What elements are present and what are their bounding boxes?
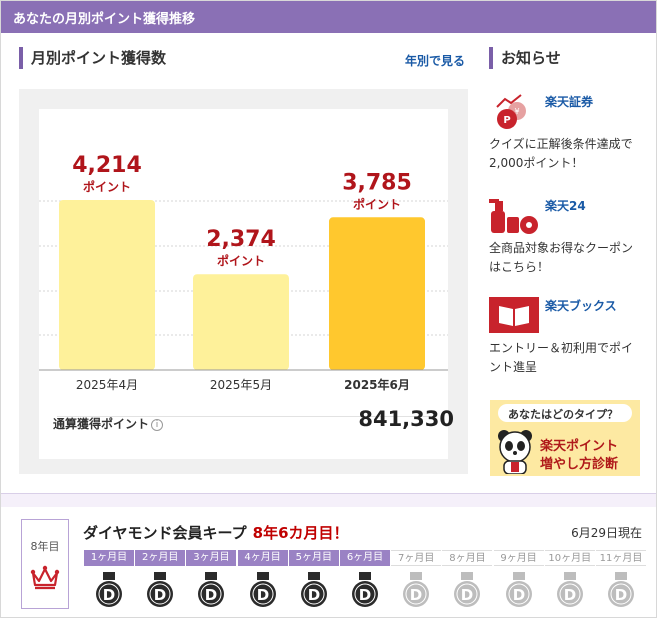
panda-icon [498,430,532,474]
month-cell: 8ヶ月目 [442,550,493,566]
news-text: エントリー＆初利用でポイント進呈 [489,341,634,374]
monthly-chart-panel: 4,214 ポイント 2025年4月 2,374 ポイント 2025年5月 3,785 ポイン… [19,89,468,474]
chart-unit-label: ポイント [83,179,131,194]
section-divider [1,493,656,507]
month-cell: 1ヶ月目 [84,550,134,566]
rank-year-badge: 8年目 [21,519,69,609]
diamond-medal-icon: D [505,572,532,607]
svg-text:D: D [615,586,627,604]
monthly-points-chart: 4,214ポイント2025年4月2,374ポイント2025年5月3,785ポイン… [39,153,448,392]
panel-header: あなたの月別ポイント獲得推移 [1,1,656,33]
chart-unit-label: ポイント [217,253,265,268]
total-points-label: 通算獲得ポイント i [53,415,164,432]
membership-months-kept: 8年6カ月目！ [252,524,349,542]
news-brand: 楽天証券 [545,95,594,109]
news-item-rakuten24[interactable]: 楽天24 全商品対象お得なクーポンはこちら！ [489,197,644,277]
panel-title: あなたの月別ポイント獲得推移 [13,12,196,27]
svg-text:D: D [410,586,422,604]
news-brand: 楽天ブックス [545,299,617,313]
month-cell: 4ヶ月目 [237,550,288,566]
diamond-medal-icon: D [352,572,378,607]
news-text: クイズに正解後条件達成で2,000ポイント！ [489,137,633,170]
yearly-view-link[interactable]: 年別で見る [405,52,465,69]
rank-year: 8年目 [30,540,60,553]
news-title: お知らせ [489,47,561,69]
as-of-date: 6月29日現在 [571,526,642,540]
diamond-medal-icon: D [198,572,225,607]
membership-rank-name: ダイヤモンド会員キープ [83,524,247,542]
diamond-medal-icon: D [147,572,174,607]
total-points-label-text: 通算獲得ポイント [53,417,150,431]
banner-question: あなたはどのタイプ？ [508,408,618,421]
svg-text:D: D [564,586,576,604]
month-cell: 9ヶ月目 [493,550,544,566]
month-cell: 5ヶ月目 [288,550,339,566]
month-cell: 3ヶ月目 [186,550,237,566]
chart-bar [59,200,155,370]
diamond-medal-icon: D [249,572,276,607]
cleaning-bottle-icon [489,199,538,234]
monthly-points-title: 月別ポイント獲得数 [19,47,166,69]
chart-category-label: 2025年5月 [210,378,272,392]
news-text: 全商品対象お得なクーポンはこちら！ [489,241,634,274]
chart-value-label: 3,785 [342,170,412,195]
month-cell: 7ヶ月目 [391,550,442,566]
chart-category-label: 2025年6月 [344,377,410,392]
diamond-medal-icon: D [608,572,634,607]
svg-text:D: D [359,586,371,604]
month-cell: 2ヶ月目 [135,550,186,566]
news-brand: 楽天24 [545,199,586,213]
svg-text:D: D [512,586,524,604]
points-diagnosis-banner[interactable]: あなたはどのタイプ？ 楽天ポイント 増やし方診断 [490,400,640,476]
diamond-medal-icon: D [556,572,583,607]
month-cell: 6ヶ月目 [340,550,390,566]
svg-text:D: D [308,586,320,604]
membership-keep-title: ダイヤモンド会員キープ 8年6カ月目！ [83,522,349,543]
diamond-medal-icon: D [96,572,122,607]
month-cell: 11ヶ月目 [596,550,646,566]
svg-text:D: D [154,586,166,604]
diamond-medal-icon: D [403,572,430,607]
points-history-panel: あなたの月別ポイント獲得推移 月別ポイント獲得数 年別で見る 4,214 ポイント… [0,0,657,618]
chart-bar [329,217,425,370]
diamond-medal-icon: D [300,572,327,607]
crown-icon [30,565,60,590]
month-cell: 10ヶ月目 [544,550,595,566]
news-item-rakuten-books[interactable]: 楽天ブックス エントリー＆初利用でポイント進呈 [489,297,644,377]
point-bag-icon: ¥ P [496,94,526,129]
svg-text:D: D [103,586,115,604]
svg-text:P: P [503,115,510,126]
chart-bar [193,274,289,370]
chart-value-label: 4,214 [72,153,142,178]
chart-category-label: 2025年4月 [76,378,138,392]
info-icon[interactable]: i [151,419,164,431]
book-icon [489,297,539,333]
banner-line1: 楽天ポイント [540,439,619,454]
chart-value-label: 2,374 [206,227,276,252]
svg-text:D: D [461,586,473,604]
svg-text:D: D [205,586,217,604]
news-item-rakuten-securities[interactable]: ¥ P 楽天証券 クイズに正解後条件達成で2,000ポイント！ [489,93,644,173]
chart-unit-label: ポイント [353,196,401,211]
banner-line2: 増やし方診断 [540,457,619,472]
diamond-medal-icon: D [454,572,481,607]
svg-text:D: D [256,586,268,604]
total-points-value: 841,330 [358,407,454,431]
